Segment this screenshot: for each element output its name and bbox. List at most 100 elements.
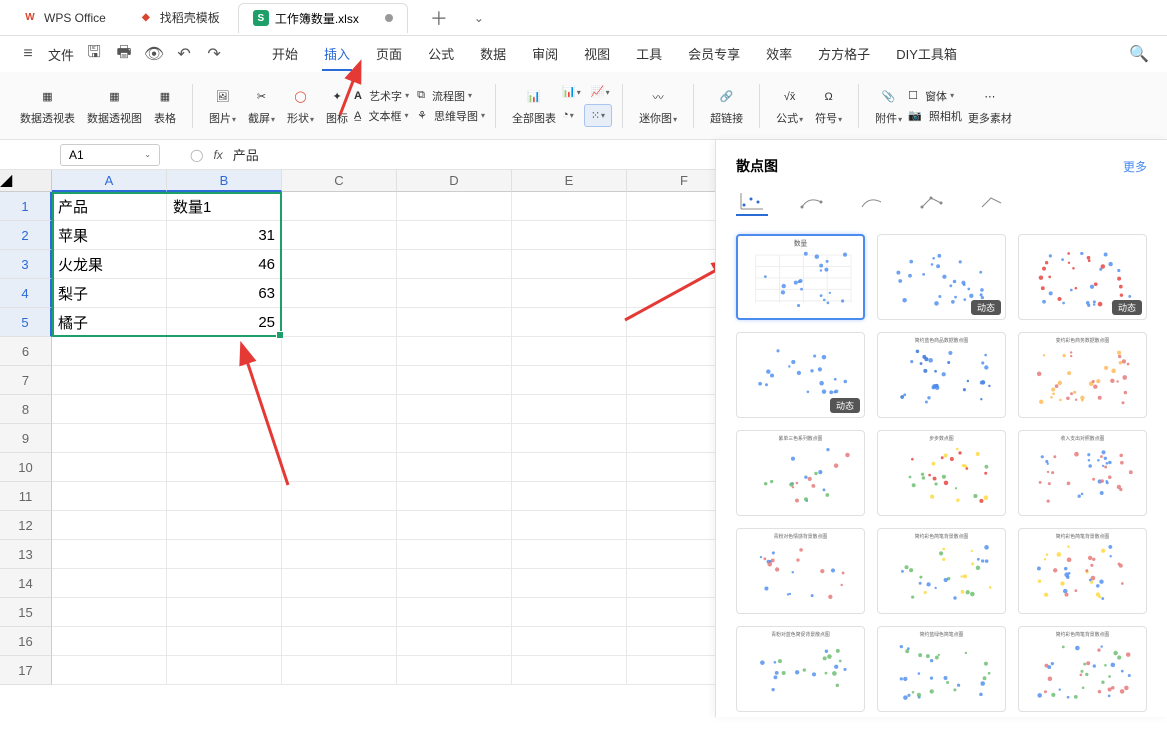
cell[interactable]: 橘子: [52, 308, 167, 337]
cell[interactable]: 火龙果: [52, 250, 167, 279]
cell[interactable]: [397, 279, 512, 308]
cell[interactable]: [512, 221, 627, 250]
save-icon[interactable]: 🖫: [84, 44, 104, 64]
chart-thumbnail[interactable]: 动态: [736, 332, 865, 418]
cell[interactable]: [52, 627, 167, 656]
scatter-type-smooth[interactable]: [796, 188, 828, 216]
print-icon[interactable]: 🖶: [114, 44, 134, 64]
cell[interactable]: [52, 511, 167, 540]
cell[interactable]: [512, 395, 627, 424]
menu-icon[interactable]: ≡: [18, 44, 38, 64]
formula-input[interactable]: 产品: [233, 145, 259, 164]
cell[interactable]: [512, 569, 627, 598]
undo-icon[interactable]: ↶: [174, 44, 194, 64]
cell[interactable]: [512, 627, 627, 656]
cell[interactable]: [512, 192, 627, 221]
row-header[interactable]: 8: [0, 395, 52, 424]
cell[interactable]: [167, 627, 282, 656]
cell[interactable]: [167, 656, 282, 685]
cell[interactable]: [397, 482, 512, 511]
equation-button[interactable]: √x̄公式▾: [770, 86, 809, 126]
column-header[interactable]: E: [512, 170, 627, 192]
cell[interactable]: 63: [167, 279, 282, 308]
cell[interactable]: 46: [167, 250, 282, 279]
column-header[interactable]: A: [52, 170, 167, 192]
scatter-type-smooth-markers[interactable]: [856, 188, 888, 216]
new-tab-button[interactable]: ＋: [422, 5, 456, 31]
textbox-button[interactable]: A̲ 文本框▾: [354, 108, 409, 124]
row-header[interactable]: 12: [0, 511, 52, 540]
cell[interactable]: [282, 627, 397, 656]
cell[interactable]: [397, 337, 512, 366]
row-header[interactable]: 3: [0, 250, 52, 279]
name-box[interactable]: A1⌄: [60, 144, 160, 166]
chart-thumbnail[interactable]: 简约彩色简笔背景散点图: [1018, 528, 1147, 614]
chart-thumbnail[interactable]: 简约彩色简笔背景散点图: [877, 528, 1006, 614]
cell[interactable]: [397, 366, 512, 395]
tab-fanggezi[interactable]: 方方格子: [816, 38, 872, 71]
cell[interactable]: [512, 453, 627, 482]
row-header[interactable]: 16: [0, 627, 52, 656]
cell[interactable]: [282, 511, 397, 540]
cell[interactable]: [397, 540, 512, 569]
row-header[interactable]: 14: [0, 569, 52, 598]
scatter-type-straight-nomarkers[interactable]: [976, 188, 1008, 216]
cell[interactable]: [282, 221, 397, 250]
mindmap-button[interactable]: ⚘ 思维导图▾: [417, 108, 485, 124]
chart-thumbnail[interactable]: 步步数点图: [877, 430, 1006, 516]
more-material-button[interactable]: ⋯更多素材: [962, 86, 1018, 126]
pie-chart-icon[interactable]: ◔▾: [562, 109, 574, 121]
attachment-button[interactable]: 📎附件▾: [869, 86, 908, 126]
chart-thumbnail[interactable]: 青粉对色情感背景散点图: [736, 528, 865, 614]
cell[interactable]: [512, 337, 627, 366]
tab-review[interactable]: 审阅: [530, 38, 560, 71]
tab-start[interactable]: 开始: [270, 38, 300, 71]
table-button[interactable]: ▦表格: [148, 86, 182, 126]
template-tab[interactable]: ◆ 找稻壳模板: [124, 3, 234, 32]
chart-thumbnail[interactable]: 简约蓝色商品数据散点图: [877, 332, 1006, 418]
cell[interactable]: 苹果: [52, 221, 167, 250]
tab-insert[interactable]: 插入: [322, 38, 352, 71]
tab-data[interactable]: 数据: [478, 38, 508, 71]
hyperlink-button[interactable]: 🔗超链接: [704, 86, 749, 126]
cell[interactable]: 31: [167, 221, 282, 250]
bar-chart-icon[interactable]: 📊▾: [562, 85, 581, 98]
cell[interactable]: [52, 598, 167, 627]
cell[interactable]: [282, 337, 397, 366]
cell[interactable]: [282, 656, 397, 685]
tab-premium[interactable]: 会员专享: [686, 38, 742, 71]
cell[interactable]: [52, 366, 167, 395]
row-header[interactable]: 4: [0, 279, 52, 308]
tab-efficiency[interactable]: 效率: [764, 38, 794, 71]
cell[interactable]: [282, 482, 397, 511]
camera-button[interactable]: 📷 照相机: [908, 108, 962, 124]
cell[interactable]: [397, 598, 512, 627]
cell[interactable]: [512, 424, 627, 453]
chart-thumbnail[interactable]: 动态: [1018, 234, 1147, 320]
cell[interactable]: [167, 540, 282, 569]
row-header[interactable]: 11: [0, 482, 52, 511]
chart-thumbnail[interactable]: 数量: [736, 234, 865, 320]
cell[interactable]: [52, 424, 167, 453]
cell[interactable]: [167, 453, 282, 482]
cell[interactable]: [52, 482, 167, 511]
cell[interactable]: 梨子: [52, 279, 167, 308]
tab-page[interactable]: 页面: [374, 38, 404, 71]
cell[interactable]: [397, 569, 512, 598]
cell[interactable]: [52, 453, 167, 482]
cell[interactable]: [167, 482, 282, 511]
chart-thumbnail[interactable]: 动态: [877, 234, 1006, 320]
cell[interactable]: [167, 395, 282, 424]
line-chart-icon[interactable]: 📈▾: [591, 85, 610, 98]
tab-formula[interactable]: 公式: [426, 38, 456, 71]
tab-view[interactable]: 视图: [582, 38, 612, 71]
cell[interactable]: 25: [167, 308, 282, 337]
row-header[interactable]: 1: [0, 192, 52, 221]
window-button[interactable]: ☐ 窗体▾: [908, 88, 962, 104]
search-icon[interactable]: 🔍: [1129, 44, 1149, 64]
row-header[interactable]: 7: [0, 366, 52, 395]
chart-thumbnail[interactable]: 紫单三色系列散点图: [736, 430, 865, 516]
file-tab[interactable]: S 工作簿数量.xlsx: [238, 3, 408, 33]
chart-thumbnail[interactable]: 变约彩色商务数据散点图: [1018, 332, 1147, 418]
cell[interactable]: [52, 656, 167, 685]
